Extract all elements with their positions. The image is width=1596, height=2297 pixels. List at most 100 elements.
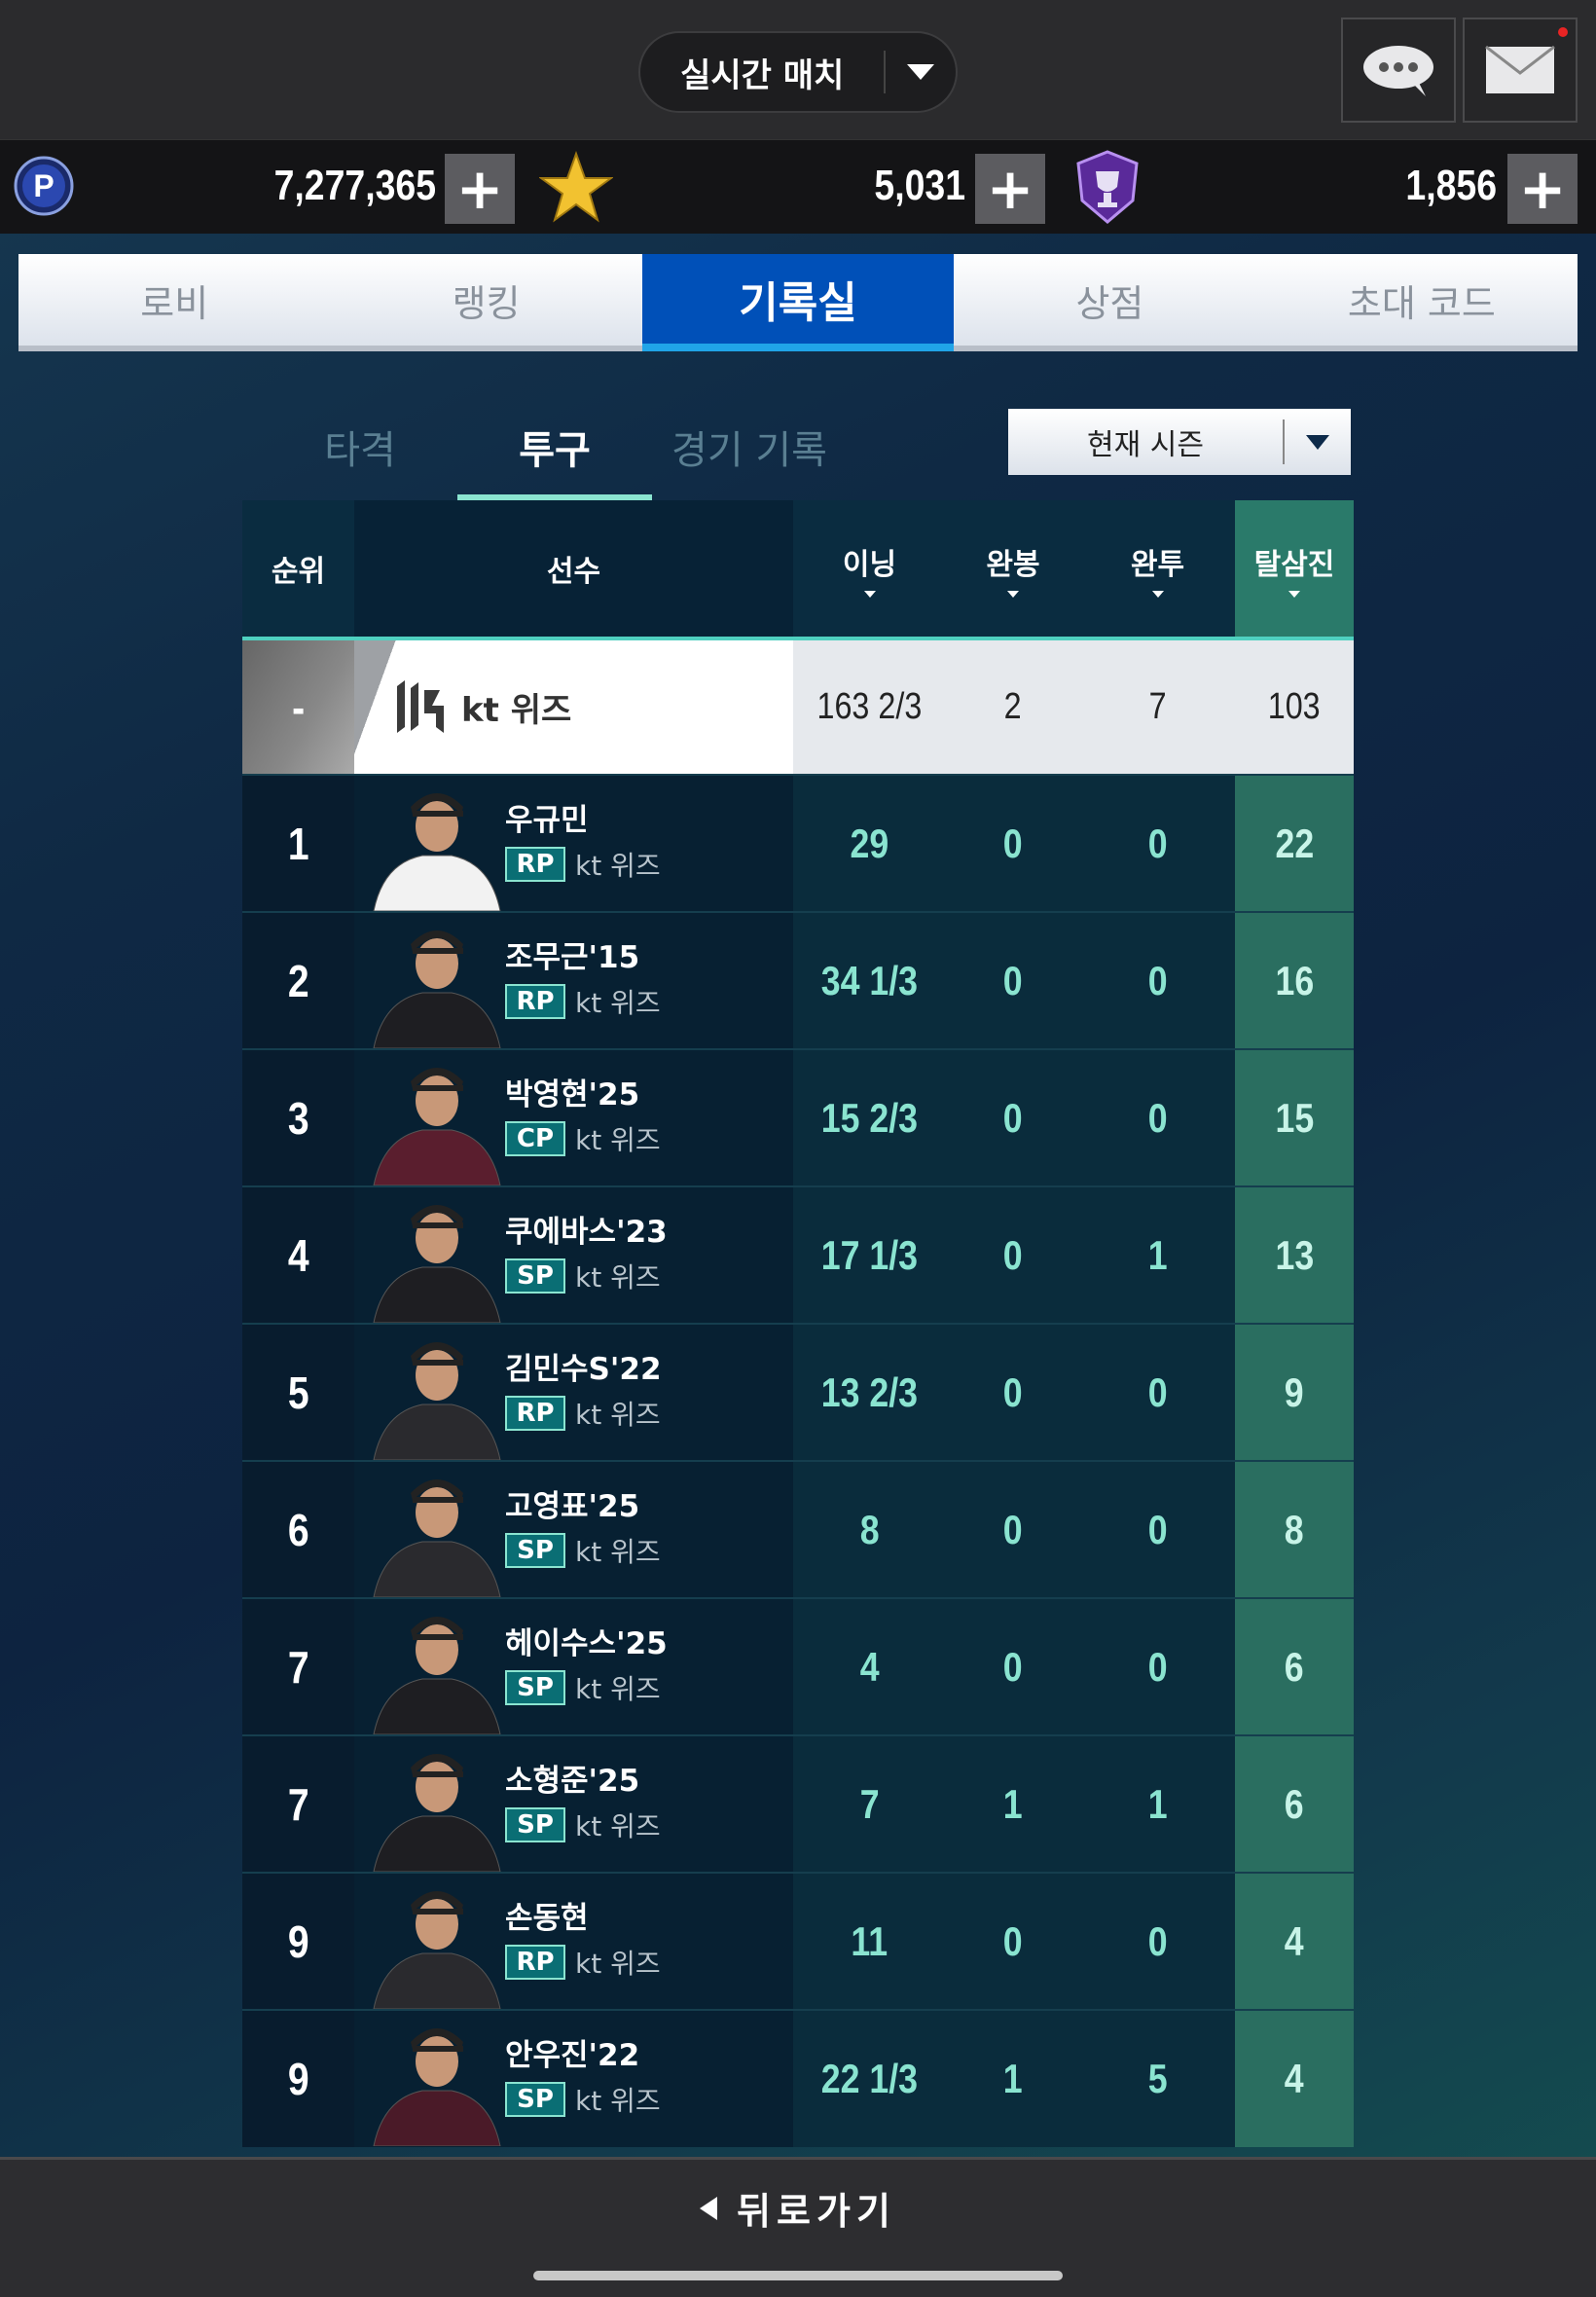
position-badge: RP	[505, 1945, 565, 1980]
top-bar: 실시간 매치	[0, 0, 1596, 139]
tab-ranking[interactable]: 랭킹	[330, 254, 641, 346]
tab-records[interactable]: 기록실	[641, 254, 955, 351]
player-team: kt 위즈	[575, 1536, 661, 1568]
innings-cell: 34 1/3	[793, 911, 946, 1049]
rank-cell: 1	[242, 774, 354, 912]
player-name: 쿠에바스'23	[505, 1215, 668, 1250]
strikeouts-cell: 15	[1235, 1048, 1354, 1186]
player-team: kt 위즈	[575, 1399, 661, 1431]
header-innings[interactable]: 이닝	[793, 500, 946, 638]
subtab-batting[interactable]: 타격	[263, 399, 457, 501]
tab-invite-code[interactable]: 초대 코드	[1266, 254, 1578, 346]
team-total-row[interactable]: - kt 위즈 163 2/3 2 7 103	[242, 637, 1354, 775]
player-cell: 우규민 RP kt 위즈	[354, 774, 793, 912]
p-coin-icon: P	[14, 156, 74, 216]
star-icon	[539, 151, 613, 223]
shutouts-cell: 1	[946, 2009, 1080, 2147]
innings-cell: 29	[793, 774, 946, 912]
chat-button[interactable]	[1341, 18, 1456, 123]
player-team: kt 위즈	[575, 1124, 661, 1156]
player-cell: 쿠에바스'23 SP kt 위즈	[354, 1185, 793, 1324]
add-stars-button[interactable]: +	[975, 154, 1045, 224]
add-trophy-button[interactable]: +	[1507, 154, 1578, 224]
innings-cell: 13 2/3	[793, 1323, 946, 1461]
team-cell: kt 위즈	[354, 637, 793, 775]
player-cell: 고영표'25 SP kt 위즈	[354, 1460, 793, 1598]
player-name: 김민수S'22	[505, 1352, 662, 1387]
envelope-icon	[1485, 46, 1555, 93]
table-row[interactable]: 2 조무근'15 RP kt 위즈 34 1/3 0 0 16	[242, 911, 1354, 1049]
player-team: kt 위즈	[575, 1673, 661, 1705]
strikeouts-cell: 13	[1235, 1185, 1354, 1324]
table-row[interactable]: 6 고영표'25 SP kt 위즈 8 0 0 8	[242, 1460, 1354, 1598]
team-shutouts: 2	[946, 637, 1080, 775]
rank-cell: 6	[242, 1460, 354, 1598]
header-strikeouts[interactable]: 탈삼진	[1235, 500, 1354, 638]
record-subtabs: 타격 투구 경기 기록	[263, 399, 847, 501]
shutouts-cell: 0	[946, 1185, 1080, 1324]
subtab-game-records[interactable]: 경기 기록	[652, 399, 847, 501]
complete-games-cell: 0	[1080, 1323, 1235, 1461]
table-row[interactable]: 1 우규민 RP kt 위즈 29 0 0 22	[242, 774, 1354, 912]
chat-bubble-icon	[1363, 46, 1433, 96]
main-tabs: 로비 랭킹 기록실 상점 초대 코드	[18, 254, 1578, 351]
table-row[interactable]: 4 쿠에바스'23 SP kt 위즈 17 1/3 0 1 13	[242, 1185, 1354, 1324]
player-photo	[354, 1050, 515, 1185]
strikeouts-cell: 22	[1235, 774, 1354, 912]
team-complete-games: 7	[1080, 637, 1235, 775]
player-photo	[354, 1325, 515, 1460]
header-shutouts[interactable]: 완봉	[946, 500, 1080, 638]
shutouts-cell: 0	[946, 1872, 1080, 2010]
shutouts-cell: 0	[946, 1460, 1080, 1598]
chevron-down-icon	[886, 64, 956, 80]
kt-wiz-logo-icon	[397, 679, 444, 733]
mail-button[interactable]	[1463, 18, 1578, 123]
position-badge: RP	[505, 1396, 565, 1431]
table-row[interactable]: 9 손동현 RP kt 위즈 11 0 0 4	[242, 1872, 1354, 2010]
player-cell: 소형준'25 SP kt 위즈	[354, 1734, 793, 1873]
table-row[interactable]: 9 안우진'22 SP kt 위즈 22 1/3 1 5 4	[242, 2009, 1354, 2147]
player-cell: 안우진'22 SP kt 위즈	[354, 2009, 793, 2147]
season-dropdown[interactable]: 현재 시즌	[1008, 409, 1351, 475]
shutouts-cell: 1	[946, 1734, 1080, 1873]
player-name: 조무근'15	[505, 940, 640, 975]
innings-cell: 17 1/3	[793, 1185, 946, 1324]
sort-arrow-icon	[863, 590, 876, 598]
pitching-stats-table: 순위 선수 이닝 완봉 완투 탈삼진 - kt 위즈 163 2/3 2 7 1…	[242, 500, 1354, 2147]
player-cell: 헤이수스'25 SP kt 위즈	[354, 1597, 793, 1735]
match-mode-label: 실시간 매치	[680, 55, 845, 95]
complete-games-cell: 1	[1080, 1734, 1235, 1873]
position-badge: SP	[505, 1807, 565, 1842]
player-team: kt 위즈	[575, 1261, 661, 1294]
header-complete-games[interactable]: 완투	[1080, 500, 1235, 638]
home-indicator[interactable]	[533, 2271, 1063, 2280]
position-badge: SP	[505, 1533, 565, 1568]
back-button[interactable]: 뒤로가기	[0, 2181, 1596, 2235]
strikeouts-cell: 6	[1235, 1597, 1354, 1735]
stars-value: 5,031	[874, 162, 965, 209]
shutouts-cell: 0	[946, 1048, 1080, 1186]
player-photo	[354, 776, 515, 911]
table-row[interactable]: 7 소형준'25 SP kt 위즈 7 1 1 6	[242, 1734, 1354, 1873]
strikeouts-cell: 4	[1235, 2009, 1354, 2147]
table-row[interactable]: 3 박영현'25 CP kt 위즈 15 2/3 0 0 15	[242, 1048, 1354, 1186]
match-mode-dropdown[interactable]: 실시간 매치	[638, 31, 958, 113]
points-value: 7,277,365	[273, 162, 436, 209]
rank-cell: 9	[242, 1872, 354, 2010]
complete-games-cell: 5	[1080, 2009, 1235, 2147]
strikeouts-cell: 8	[1235, 1460, 1354, 1598]
player-team: kt 위즈	[575, 1810, 661, 1842]
player-cell: 김민수S'22 RP kt 위즈	[354, 1323, 793, 1461]
rank-cell: 2	[242, 911, 354, 1049]
tab-shop[interactable]: 상점	[954, 254, 1265, 346]
team-name: kt 위즈	[461, 691, 572, 730]
table-row[interactable]: 7 헤이수스'25 SP kt 위즈 4 0 0 6	[242, 1597, 1354, 1735]
subtab-pitching[interactable]: 투구	[457, 399, 652, 501]
back-label: 뒤로가기	[737, 2190, 896, 2233]
trophy-shield-icon	[1076, 150, 1139, 224]
add-points-button[interactable]: +	[445, 154, 515, 224]
table-row[interactable]: 5 김민수S'22 RP kt 위즈 13 2/3 0 0 9	[242, 1323, 1354, 1461]
tab-lobby[interactable]: 로비	[18, 254, 330, 346]
rank-cell: 9	[242, 2009, 354, 2147]
complete-games-cell: 0	[1080, 1597, 1235, 1735]
